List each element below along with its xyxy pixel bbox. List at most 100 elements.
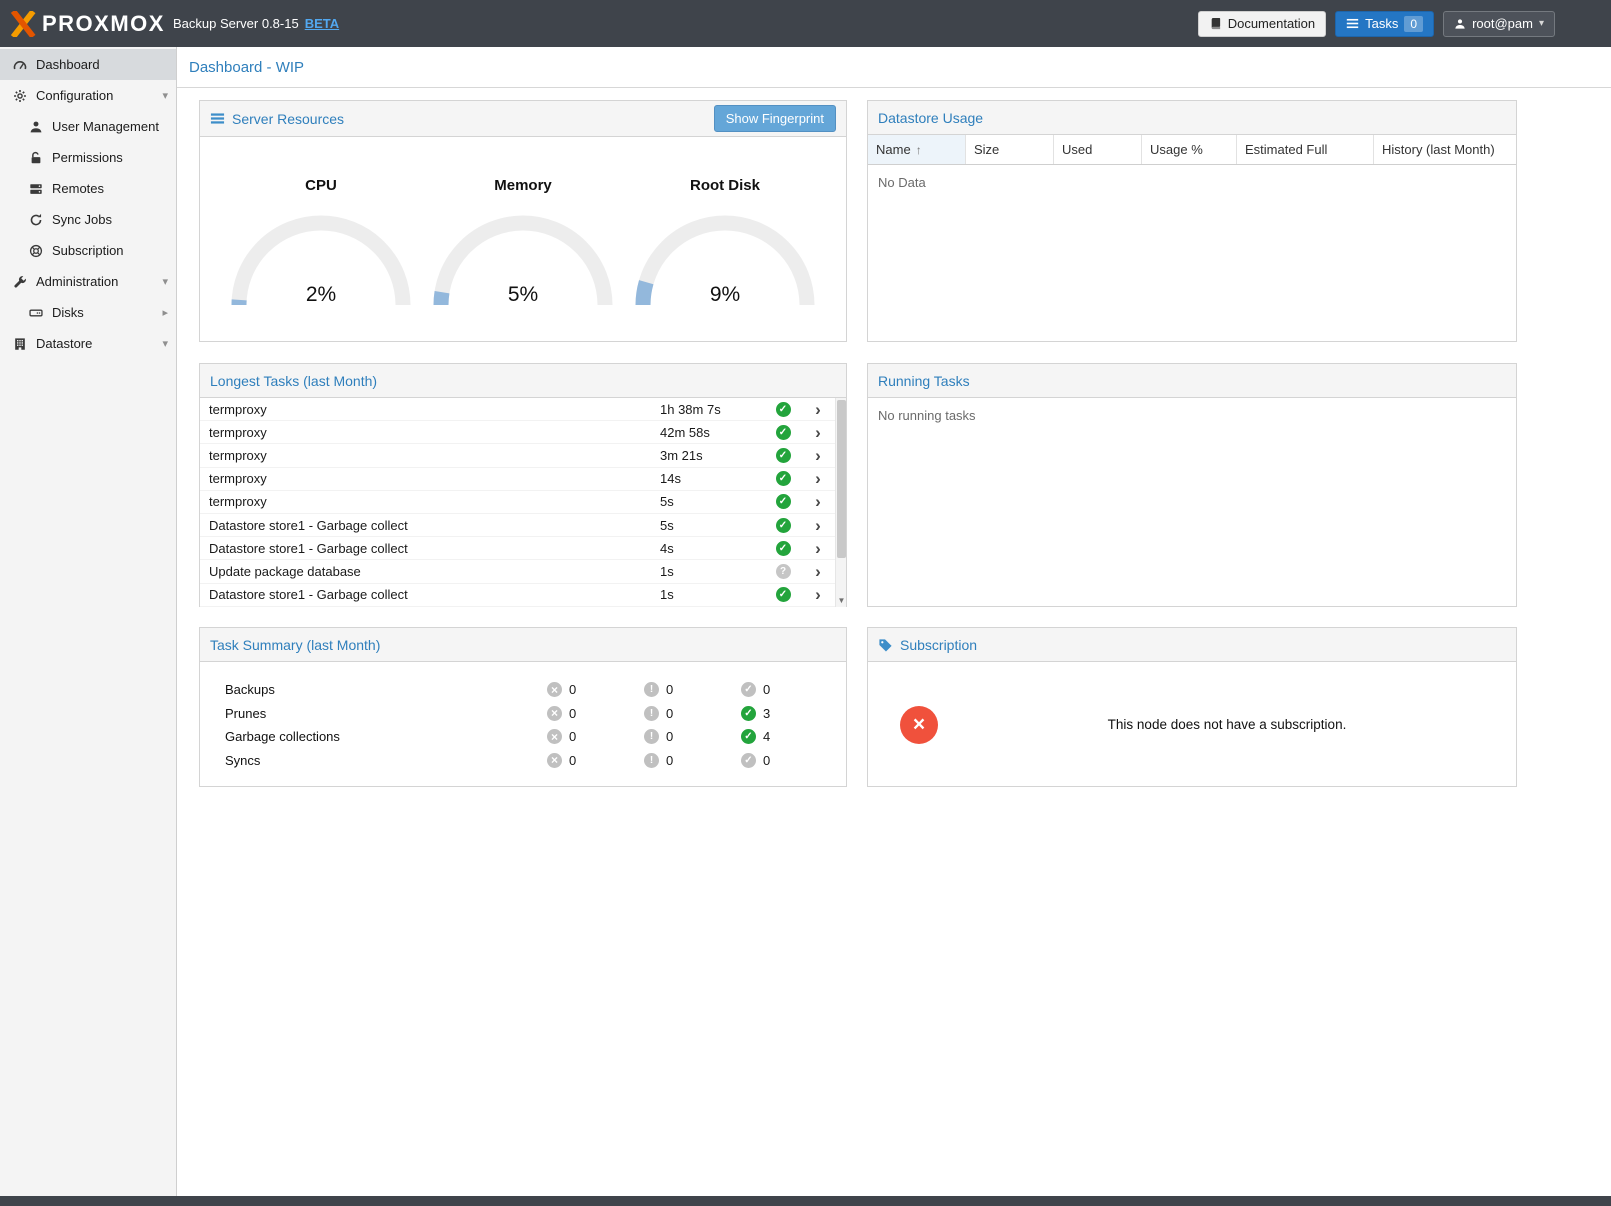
chevron-right-icon[interactable]: ›: [801, 401, 835, 418]
subscription-message: This node does not have a subscription.: [938, 717, 1516, 732]
brand-name: PROXMOX: [42, 11, 165, 37]
error-count-icon: [547, 729, 562, 744]
no-running-tasks-text: No running tasks: [868, 398, 1516, 433]
task-row[interactable]: termproxy 5s ›: [200, 491, 835, 514]
sidebar-item-label: Permissions: [52, 150, 123, 165]
task-row[interactable]: Datastore store1 - Garbage collect 4s ›: [200, 537, 835, 560]
user-name: root@pam: [1472, 16, 1533, 31]
caret-down-icon[interactable]: ▾: [162, 337, 168, 350]
summary-label: Prunes: [225, 706, 547, 721]
task-name: Datastore store1 - Garbage collect: [200, 541, 660, 556]
user-menu-button[interactable]: root@pam ▾: [1443, 11, 1555, 37]
column-header-name[interactable]: Name ↑: [868, 135, 966, 164]
column-header-size[interactable]: Size: [966, 135, 1054, 164]
error-count-icon: [547, 706, 562, 721]
chevron-right-icon[interactable]: ›: [801, 540, 835, 557]
sidebar-item-permissions[interactable]: Permissions: [0, 142, 176, 173]
task-status-icon: [776, 494, 791, 509]
hdd-icon: [28, 306, 44, 320]
show-fingerprint-button[interactable]: Show Fingerprint: [714, 105, 836, 132]
chevron-right-icon[interactable]: ›: [801, 517, 835, 534]
summary-label: Syncs: [225, 753, 547, 768]
ok-count: 3: [763, 706, 770, 721]
sidebar-item-sync-jobs[interactable]: Sync Jobs: [0, 204, 176, 235]
panel-title: Running Tasks: [878, 373, 970, 389]
chevron-right-icon[interactable]: ›: [801, 447, 835, 464]
column-header-estimated-full[interactable]: Estimated Full: [1237, 135, 1374, 164]
scrollbar-thumb[interactable]: [837, 400, 846, 558]
sidebar-item-subscription[interactable]: Subscription: [0, 235, 176, 266]
task-list-icon: [1346, 17, 1359, 30]
gauge-label: CPU: [226, 177, 416, 194]
task-row[interactable]: termproxy 42m 58s ›: [200, 421, 835, 444]
task-name: termproxy: [200, 448, 660, 463]
column-label: Estimated Full: [1245, 142, 1327, 157]
gears-icon: [12, 89, 28, 103]
task-row[interactable]: termproxy 14s ›: [200, 468, 835, 491]
sidebar-item-datastore[interactable]: Datastore ▾: [0, 328, 176, 359]
error-count: 0: [569, 682, 576, 697]
task-duration: 1s: [660, 587, 765, 602]
caret-down-icon[interactable]: ▾: [162, 275, 168, 288]
task-duration: 4s: [660, 541, 765, 556]
chevron-right-icon[interactable]: ›: [801, 563, 835, 580]
warning-count: 0: [666, 706, 673, 721]
scroll-down-arrow[interactable]: ▼: [836, 594, 846, 607]
gauge-value: 9%: [630, 283, 820, 307]
topbar: PROXMOX Backup Server 0.8-15 BETA Docume…: [0, 0, 1611, 47]
task-status-icon: [776, 518, 791, 533]
task-row[interactable]: Update package database 1s ›: [200, 560, 835, 583]
tasks-button[interactable]: Tasks 0: [1335, 11, 1434, 37]
caret-down-icon[interactable]: ▾: [162, 89, 168, 102]
summary-label: Backups: [225, 682, 547, 697]
scrollbar[interactable]: ▼: [835, 398, 846, 607]
proxmox-logo: PROXMOX: [10, 11, 165, 37]
column-label: Size: [974, 142, 999, 157]
wrench-icon: [12, 275, 28, 289]
warning-count-icon: [644, 682, 659, 697]
task-row[interactable]: Datastore store1 - Garbage collect 5s ›: [200, 514, 835, 537]
subscription-panel: Subscription × This node does not have a…: [867, 627, 1517, 787]
sidebar-item-administration[interactable]: Administration ▾: [0, 266, 176, 297]
ok-count-icon: [741, 729, 756, 744]
chevron-right-icon[interactable]: ›: [801, 493, 835, 510]
panel-title: Datastore Usage: [878, 110, 983, 126]
chevron-right-icon[interactable]: ›: [801, 424, 835, 441]
beta-link[interactable]: BETA: [305, 16, 339, 31]
life-ring-icon: [28, 244, 44, 258]
task-row[interactable]: termproxy 3m 21s ›: [200, 444, 835, 467]
warning-count: 0: [666, 682, 673, 697]
ok-count-icon: [741, 753, 756, 768]
warning-count-icon: [644, 753, 659, 768]
sidebar-item-label: Remotes: [52, 181, 104, 196]
user-icon: [28, 120, 44, 134]
running-tasks-panel: Running Tasks No running tasks: [867, 363, 1517, 607]
column-header-history[interactable]: History (last Month): [1374, 135, 1516, 164]
warning-count: 0: [666, 729, 673, 744]
chevron-right-icon[interactable]: ›: [801, 586, 835, 603]
summary-row: Backups 0 0 0: [200, 678, 846, 702]
product-version: Backup Server 0.8-15: [173, 16, 299, 31]
caret-right-icon[interactable]: ▸: [162, 306, 168, 319]
task-row[interactable]: termproxy 1h 38m 7s ›: [200, 398, 835, 421]
task-duration: 14s: [660, 471, 765, 486]
sidebar-item-label: Disks: [52, 305, 84, 320]
task-duration: 5s: [660, 518, 765, 533]
documentation-button[interactable]: Documentation: [1198, 11, 1326, 37]
page-title: Dashboard - WIP: [189, 59, 304, 76]
column-header-usage-pct[interactable]: Usage %: [1142, 135, 1237, 164]
sidebar-item-configuration[interactable]: Configuration ▾: [0, 80, 176, 111]
sidebar-item-disks[interactable]: Disks ▸: [0, 297, 176, 328]
chevron-right-icon[interactable]: ›: [801, 470, 835, 487]
task-name: Update package database: [200, 564, 660, 579]
sidebar-item-remotes[interactable]: Remotes: [0, 173, 176, 204]
datastore-usage-header-row: Name ↑ Size Used Usage % Estimated Full …: [868, 135, 1516, 165]
column-header-used[interactable]: Used: [1054, 135, 1142, 164]
cpu-gauge: CPU 2%: [226, 177, 416, 308]
task-row[interactable]: Datastore store1 - Garbage collect 1s ›: [200, 584, 835, 607]
server-resources-panel: Server Resources Show Fingerprint CPU 2%: [199, 100, 847, 342]
task-summary-panel: Task Summary (last Month) Backups 0 0 0 …: [199, 627, 847, 787]
error-count-icon: [547, 753, 562, 768]
sidebar-item-user-management[interactable]: User Management: [0, 111, 176, 142]
sidebar-item-dashboard[interactable]: Dashboard: [0, 49, 176, 80]
